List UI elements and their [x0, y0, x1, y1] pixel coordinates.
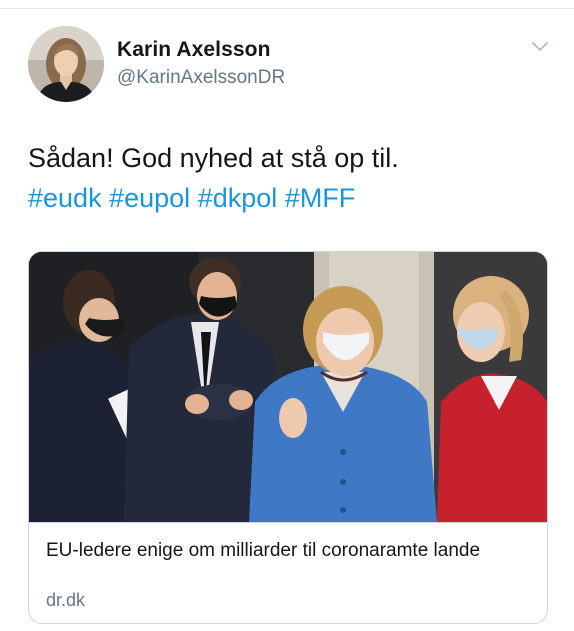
hashtag-link[interactable]: #dkpol [198, 183, 278, 213]
avatar-photo-icon [28, 26, 104, 102]
chevron-down-icon[interactable] [530, 40, 550, 54]
link-preview-card[interactable]: EU-ledere enige om milliarder til corona… [28, 251, 548, 624]
card-title[interactable]: EU-ledere enige om milliarder til corona… [46, 539, 526, 563]
card-domain: dr.dk [46, 590, 86, 610]
tweet-view: Karin Axelsson @KarinAxelssonDR Sådan! G… [0, 0, 574, 631]
news-photo-icon [29, 252, 547, 522]
card-divider [29, 522, 547, 523]
top-divider [0, 8, 574, 9]
hashtag-link[interactable]: #eupol [109, 183, 190, 213]
hashtag-link[interactable]: #MFF [285, 183, 356, 213]
hashtag-link[interactable]: #eudk [28, 183, 102, 213]
card-image[interactable] [29, 252, 547, 522]
tweet-text: Sådan! God nyhed at stå op til. [28, 143, 399, 173]
author-handle[interactable]: @KarinAxelssonDR [117, 67, 285, 89]
hashtag-list: #eudk #eupol #dkpol #MFF [28, 183, 355, 214]
author-avatar[interactable] [28, 26, 104, 102]
author-name[interactable]: Karin Axelsson [117, 38, 271, 62]
